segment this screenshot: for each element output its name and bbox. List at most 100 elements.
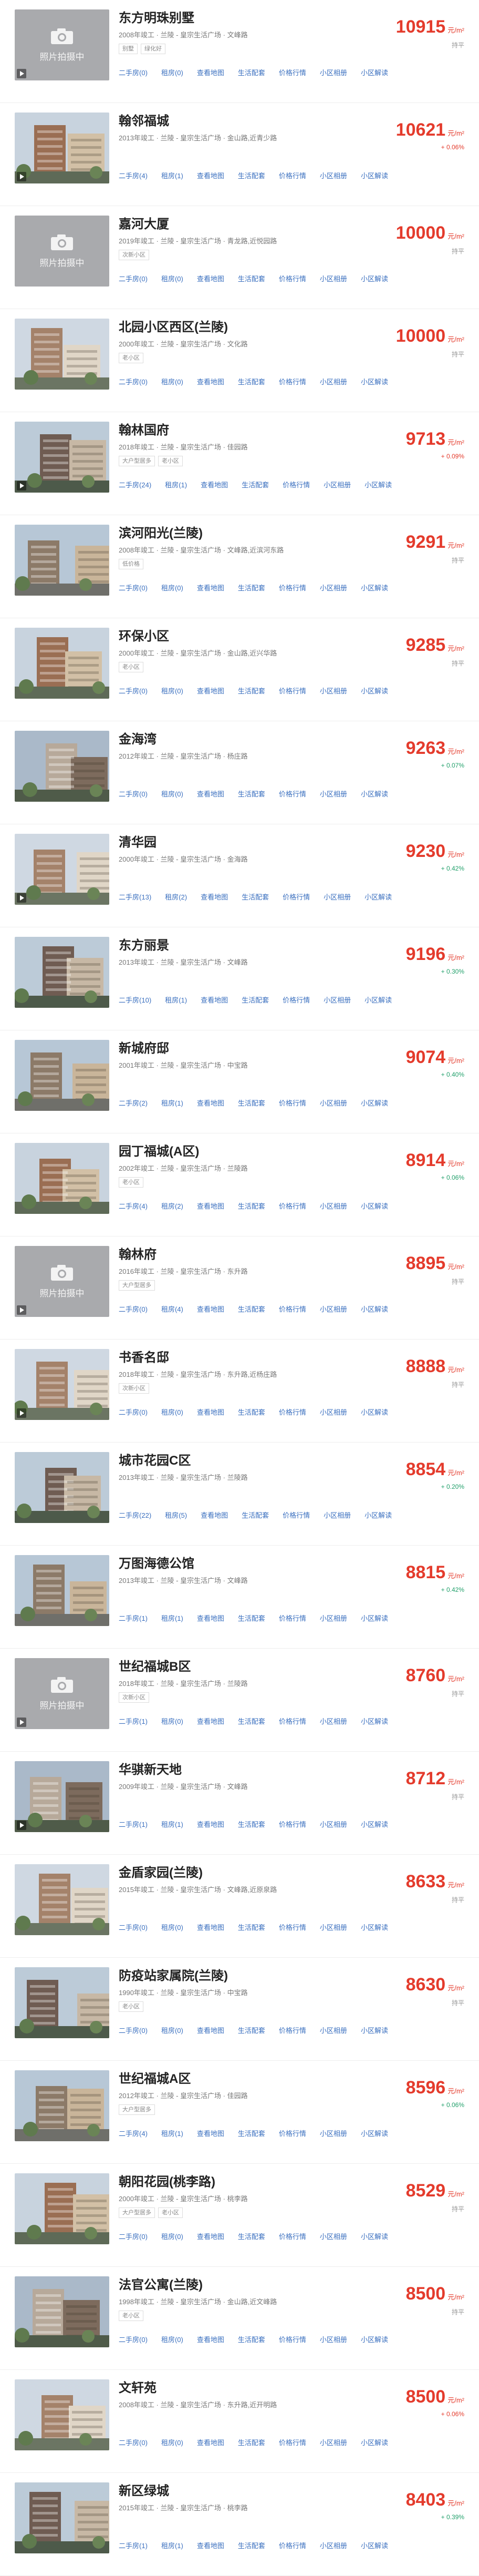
amenities-link[interactable]: 生活配套 (238, 2128, 265, 2138)
review-link[interactable]: 小区解读 (361, 273, 388, 283)
map-link[interactable]: 查看地图 (197, 789, 224, 799)
price-trend-link[interactable]: 价格行情 (279, 1201, 306, 1211)
community-item[interactable]: 华骐新天地 2009年竣工 · 兰陵 - 皇宗生活广场 · 文峰路 二手房(1)… (0, 1752, 479, 1855)
amenities-link[interactable]: 生活配套 (238, 67, 265, 77)
community-item[interactable]: 照片拍摄中 世纪福城B区 2018年竣工 · 兰陵 - 皇宗生活广场 · 兰陵路… (0, 1649, 479, 1752)
community-name[interactable]: 北园小区西区(兰陵) (119, 320, 371, 335)
community-item[interactable]: 翰邻福城 2013年竣工 · 兰陵 - 皇宗生活广场 · 金山路,近青少路 二手… (0, 103, 479, 206)
rental-link[interactable]: 租房(0) (161, 2334, 183, 2344)
community-name[interactable]: 滨河阳光(兰陵) (119, 526, 371, 541)
price-trend-link[interactable]: 价格行情 (279, 1819, 306, 1829)
price-trend-link[interactable]: 价格行情 (283, 995, 310, 1005)
review-link[interactable]: 小区解读 (365, 479, 392, 489)
review-link[interactable]: 小区解读 (361, 1098, 388, 1108)
second-hand-link[interactable]: 二手房(0) (119, 789, 148, 799)
map-link[interactable]: 查看地图 (197, 2025, 224, 2035)
play-icon[interactable] (17, 172, 26, 181)
community-name[interactable]: 金盾家园(兰陵) (119, 1865, 371, 1881)
rental-link[interactable]: 租房(1) (165, 479, 187, 489)
review-link[interactable]: 小区解读 (361, 2231, 388, 2241)
price-trend-link[interactable]: 价格行情 (279, 1407, 306, 1417)
second-hand-link[interactable]: 二手房(13) (119, 892, 151, 902)
second-hand-link[interactable]: 二手房(0) (119, 2437, 148, 2447)
map-link[interactable]: 查看地图 (201, 995, 228, 1005)
community-thumbnail[interactable] (15, 2070, 109, 2141)
price-trend-link[interactable]: 价格行情 (279, 1613, 306, 1623)
album-link[interactable]: 小区相册 (320, 1098, 347, 1108)
community-name[interactable]: 翰林国府 (119, 423, 371, 438)
album-link[interactable]: 小区相册 (320, 1716, 347, 1726)
second-hand-link[interactable]: 二手房(0) (119, 1922, 148, 1932)
community-item[interactable]: 园丁福城(A区) 2002年竣工 · 兰陵 - 皇宗生活广场 · 兰陵路 老小区… (0, 1133, 479, 1236)
map-link[interactable]: 查看地图 (201, 479, 228, 489)
album-link[interactable]: 小区相册 (320, 1613, 347, 1623)
amenities-link[interactable]: 生活配套 (238, 376, 265, 386)
community-item[interactable]: 新城府邸 2001年竣工 · 兰陵 - 皇宗生活广场 · 中宝路 二手房(2) 租… (0, 1030, 479, 1133)
amenities-link[interactable]: 生活配套 (238, 2334, 265, 2344)
map-link[interactable]: 查看地图 (197, 1613, 224, 1623)
community-item[interactable]: 金海湾 2012年竣工 · 兰陵 - 皇宗生活广场 · 杨庄路 二手房(0) 租房… (0, 721, 479, 824)
review-link[interactable]: 小区解读 (361, 789, 388, 799)
map-link[interactable]: 查看地图 (197, 67, 224, 77)
review-link[interactable]: 小区解读 (365, 1510, 392, 1520)
album-link[interactable]: 小区相册 (320, 1819, 347, 1829)
rental-link[interactable]: 租房(1) (165, 995, 187, 1005)
map-link[interactable]: 查看地图 (197, 1304, 224, 1314)
amenities-link[interactable]: 生活配套 (238, 789, 265, 799)
second-hand-link[interactable]: 二手房(1) (119, 1819, 148, 1829)
community-item[interactable]: 防疫站家属院(兰陵) 1990年竣工 · 兰陵 - 皇宗生活广场 · 中宝路 老… (0, 1958, 479, 2061)
rental-link[interactable]: 租房(0) (161, 2231, 183, 2241)
community-thumbnail[interactable] (15, 113, 109, 183)
album-link[interactable]: 小区相册 (324, 892, 351, 902)
map-link[interactable]: 查看地图 (201, 1510, 228, 1520)
album-link[interactable]: 小区相册 (320, 1201, 347, 1211)
amenities-link[interactable]: 生活配套 (238, 1716, 265, 1726)
map-link[interactable]: 查看地图 (197, 1407, 224, 1417)
price-trend-link[interactable]: 价格行情 (279, 1922, 306, 1932)
amenities-link[interactable]: 生活配套 (242, 892, 269, 902)
rental-link[interactable]: 租房(0) (161, 273, 183, 283)
second-hand-link[interactable]: 二手房(0) (119, 67, 148, 77)
amenities-link[interactable]: 生活配套 (238, 170, 265, 180)
community-thumbnail[interactable] (15, 834, 109, 905)
rental-link[interactable]: 租房(1) (161, 1613, 183, 1623)
review-link[interactable]: 小区解读 (361, 1819, 388, 1829)
community-thumbnail[interactable] (15, 319, 109, 390)
album-link[interactable]: 小区相册 (320, 2437, 347, 2447)
review-link[interactable]: 小区解读 (361, 1613, 388, 1623)
album-link[interactable]: 小区相册 (320, 686, 347, 696)
community-name[interactable]: 翰邻福城 (119, 114, 371, 129)
rental-link[interactable]: 租房(1) (161, 1819, 183, 1829)
community-name[interactable]: 书香名邸 (119, 1350, 371, 1366)
rental-link[interactable]: 租房(1) (161, 2128, 183, 2138)
map-link[interactable]: 查看地图 (197, 2128, 224, 2138)
review-link[interactable]: 小区解读 (361, 67, 388, 77)
community-name[interactable]: 东方明珠别墅 (119, 11, 371, 26)
community-name[interactable]: 嘉河大厦 (119, 217, 371, 232)
album-link[interactable]: 小区相册 (320, 170, 347, 180)
rental-link[interactable]: 租房(5) (165, 1510, 187, 1520)
map-link[interactable]: 查看地图 (197, 1716, 224, 1726)
album-link[interactable]: 小区相册 (324, 995, 351, 1005)
review-link[interactable]: 小区解读 (361, 1716, 388, 1726)
second-hand-link[interactable]: 二手房(0) (119, 376, 148, 386)
community-thumbnail[interactable]: 照片拍摄中 (15, 216, 109, 287)
second-hand-link[interactable]: 二手房(0) (119, 582, 148, 592)
play-icon[interactable] (17, 893, 26, 903)
community-name[interactable]: 华骐新天地 (119, 1762, 371, 1778)
second-hand-link[interactable]: 二手房(4) (119, 1201, 148, 1211)
community-name[interactable]: 防疫站家属院(兰陵) (119, 1968, 371, 1984)
community-name[interactable]: 朝阳花园(桃李路) (119, 2174, 371, 2190)
play-icon[interactable] (17, 69, 26, 78)
review-link[interactable]: 小区解读 (361, 170, 388, 180)
community-thumbnail[interactable] (15, 1864, 109, 1935)
album-link[interactable]: 小区相册 (324, 1510, 351, 1520)
second-hand-link[interactable]: 二手房(0) (119, 273, 148, 283)
review-link[interactable]: 小区解读 (361, 2437, 388, 2447)
album-link[interactable]: 小区相册 (320, 376, 347, 386)
community-item[interactable]: 照片拍摄中 东方明珠别墅 2008年竣工 · 兰陵 - 皇宗生活广场 · 文峰路… (0, 0, 479, 103)
price-trend-link[interactable]: 价格行情 (279, 170, 306, 180)
community-name[interactable]: 翰林府 (119, 1247, 371, 1263)
review-link[interactable]: 小区解读 (361, 1407, 388, 1417)
map-link[interactable]: 查看地图 (197, 1201, 224, 1211)
